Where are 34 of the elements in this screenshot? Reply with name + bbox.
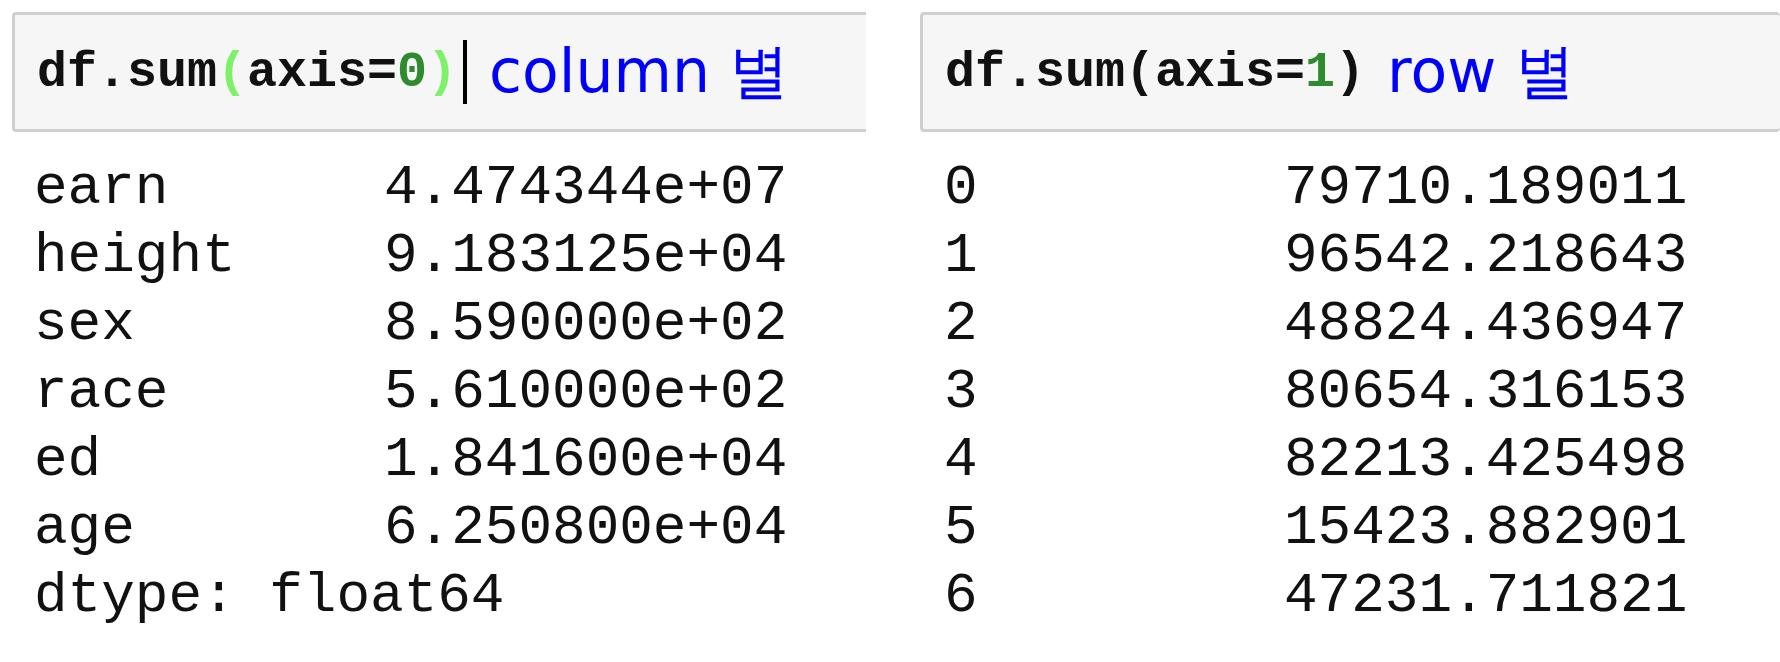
code-input-cell[interactable]: df.sum(axis=0) column 별	[12, 12, 866, 132]
row-value: 96542.218643	[1284, 223, 1688, 290]
dtype-text: dtype: float64	[34, 563, 506, 630]
row-value: 79710.189011	[1284, 155, 1688, 222]
row-value: 82213.425498	[1284, 427, 1688, 494]
row-value: 47231.711821	[1284, 563, 1688, 630]
row-label: sex	[34, 291, 136, 358]
row-label: 1	[944, 223, 979, 290]
row-value: 8.590000e+02	[384, 291, 788, 358]
row-label: age	[34, 495, 136, 562]
row-label: 6	[944, 563, 979, 630]
row-label: 3	[944, 359, 979, 426]
row-value: 1.841600e+04	[384, 427, 788, 494]
row-label: 4	[944, 427, 979, 494]
row-value: 9.183125e+04	[384, 223, 788, 290]
row-value: 5.610000e+02	[384, 359, 788, 426]
row-value: 4.474344e+07	[384, 155, 788, 222]
row-value: 80654.316153	[1284, 359, 1688, 426]
code-line: df.sum(axis=1)	[945, 43, 1366, 101]
row-label: ed	[34, 427, 103, 494]
row-value: 6.250800e+04	[384, 495, 788, 562]
code-line: df.sum(axis=0)	[37, 43, 458, 101]
row-label: race	[34, 359, 170, 426]
row-label: earn	[34, 155, 170, 222]
code-input-cell[interactable]: df.sum(axis=1) row 별	[920, 12, 1780, 132]
row-label: 0	[944, 155, 979, 222]
row-value: 48824.436947	[1284, 291, 1688, 358]
row-value: 15423.882901	[1284, 495, 1688, 562]
row-label: 5	[944, 495, 979, 562]
row-label: height	[34, 223, 237, 290]
text-cursor	[463, 40, 468, 104]
row-label: 2	[944, 291, 979, 358]
annotation-text: column 별	[489, 34, 790, 108]
annotation-text: row 별	[1387, 34, 1576, 108]
